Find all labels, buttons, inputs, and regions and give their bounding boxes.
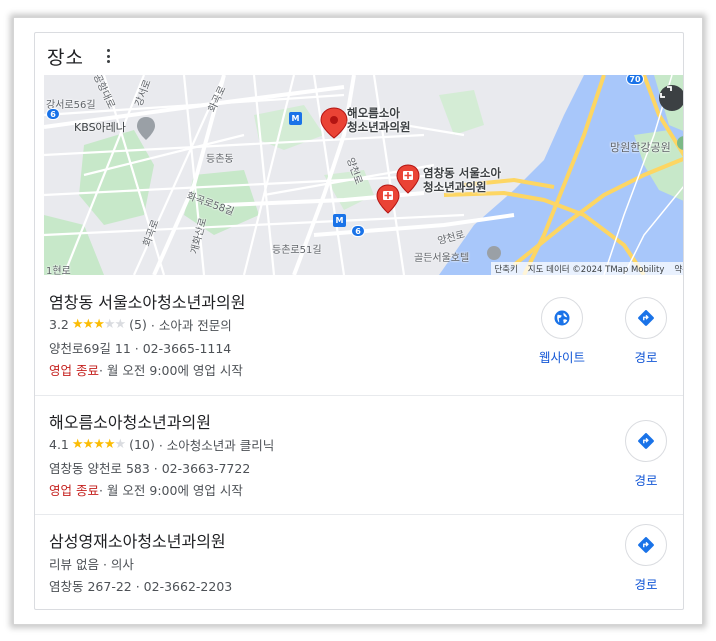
result-item[interactable]: 삼성영재소아청소년과의원 리뷰 없음 · 의사 염창동 267-22 · 02-…	[35, 514, 683, 609]
place-name[interactable]: 삼성영재소아청소년과의원	[49, 528, 226, 552]
pin-label-yeomchang[interactable]: 염창동 서울소아 청소년과의원	[423, 166, 501, 194]
map-footer: 단축키 지도 데이터 ©2024 TMap Mobility 약관	[491, 262, 683, 275]
open-status: 영업 종료	[49, 363, 99, 378]
place-address: 염창동 267-22 · 02-3662-2203	[49, 579, 233, 594]
place-name[interactable]: 해오름소아청소년과의원	[49, 409, 211, 433]
directions-label: 경로	[634, 473, 658, 488]
window-frame: 장소 강서로56길 KBS아레나 등촌동 화곡로58길 화곡로 개화산로 양천로…	[13, 17, 703, 625]
directions-button[interactable]: 경로	[616, 524, 676, 593]
review-count: (5)	[129, 317, 147, 332]
map-view[interactable]: 강서로56길 KBS아레나 등촌동 화곡로58길 화곡로 개화산로 양천로 등촌…	[44, 75, 683, 275]
places-title: 장소	[47, 46, 84, 69]
place-name[interactable]: 염창동 서울소아청소년과의원	[49, 289, 245, 313]
place-address: 염창동 양천로 583 · 02-3663-7722	[49, 461, 251, 476]
open-status: 영업 종료	[49, 483, 99, 498]
directions-icon	[638, 310, 654, 326]
metro-icon: M	[289, 112, 302, 125]
star-rating-icon: ★★★★★	[71, 317, 126, 332]
rating-value: 4.1	[49, 437, 69, 452]
directions-label: 경로	[634, 577, 658, 592]
review-count: (10)	[129, 437, 155, 452]
result-item[interactable]: 염창동 서울소아청소년과의원 3.2 ★★★★★ (5) · 소아과 전문의 양…	[35, 275, 683, 395]
rating-row: 3.2 ★★★★★ (5) · 소아과 전문의	[49, 315, 232, 334]
pin-samsung	[376, 184, 400, 214]
directions-icon	[638, 433, 654, 449]
pin-yeomchang	[396, 164, 420, 194]
directions-label: 경로	[634, 350, 658, 365]
expand-map-icon[interactable]	[659, 85, 683, 111]
place-category: · 소아과 전문의	[150, 318, 232, 333]
rating-value: 3.2	[49, 317, 69, 332]
website-label: 웹사이트	[538, 350, 585, 365]
website-button[interactable]: 웹사이트	[532, 297, 592, 366]
hours-row: 영업 종료 · 월 오전 9:00에 영업 시작	[49, 480, 243, 499]
road-badge-6: 6	[46, 108, 60, 120]
map-label-deungchon51: 등촌로51길	[272, 245, 322, 256]
places-header: 장소	[47, 41, 116, 71]
result-item[interactable]: 해오름소아청소년과의원 4.1 ★★★★★ (10) · 소아청소년과 클리닉 …	[35, 395, 683, 514]
more-options-icon[interactable]	[102, 46, 116, 66]
directions-icon	[638, 537, 654, 553]
review-status: 리뷰 없음 · 의사	[49, 557, 134, 572]
star-rating-icon: ★★★★★	[71, 437, 126, 452]
road-badge-70: 70	[626, 75, 644, 85]
terms-link[interactable]: 약관	[674, 263, 683, 275]
opening-hours: · 월 오전 9:00에 영업 시작	[98, 363, 243, 378]
map-label-mangwon: 망원한강공원	[610, 141, 671, 154]
directions-button[interactable]: 경로	[616, 420, 676, 489]
place-category: · 소아청소년과 클리닉	[158, 438, 275, 453]
rating-row: 4.1 ★★★★★ (10) · 소아청소년과 클리닉	[49, 435, 274, 454]
place-address: 양천로69길 11 · 02-3665-1114	[49, 341, 232, 356]
road-badge-6: 6	[351, 225, 365, 237]
map-label-kbs: KBS아레나	[74, 121, 126, 134]
map-label-bottom-left: 1현로	[46, 266, 71, 275]
places-card: 장소 강서로56길 KBS아레나 등촌동 화곡로58길 화곡로 개화산로 양천로…	[34, 32, 684, 610]
map-data-attribution: 지도 데이터 ©2024 TMap Mobility	[527, 264, 665, 275]
keyboard-shortcuts-link[interactable]: 단축키	[494, 263, 517, 275]
pin-label-haeoreum[interactable]: 해오름소아 청소년과의원	[347, 106, 410, 134]
metro-icon: M	[333, 214, 346, 227]
directions-button[interactable]: 경로	[616, 297, 676, 366]
globe-icon	[554, 310, 570, 326]
hours-row: 영업 종료 · 월 오전 9:00에 영업 시작	[49, 360, 243, 379]
map-label-hotel: 골든서울호텔	[414, 253, 470, 264]
opening-hours: · 월 오전 9:00에 영업 시작	[98, 483, 243, 498]
map-label-deungchon: 등촌동	[206, 154, 234, 165]
